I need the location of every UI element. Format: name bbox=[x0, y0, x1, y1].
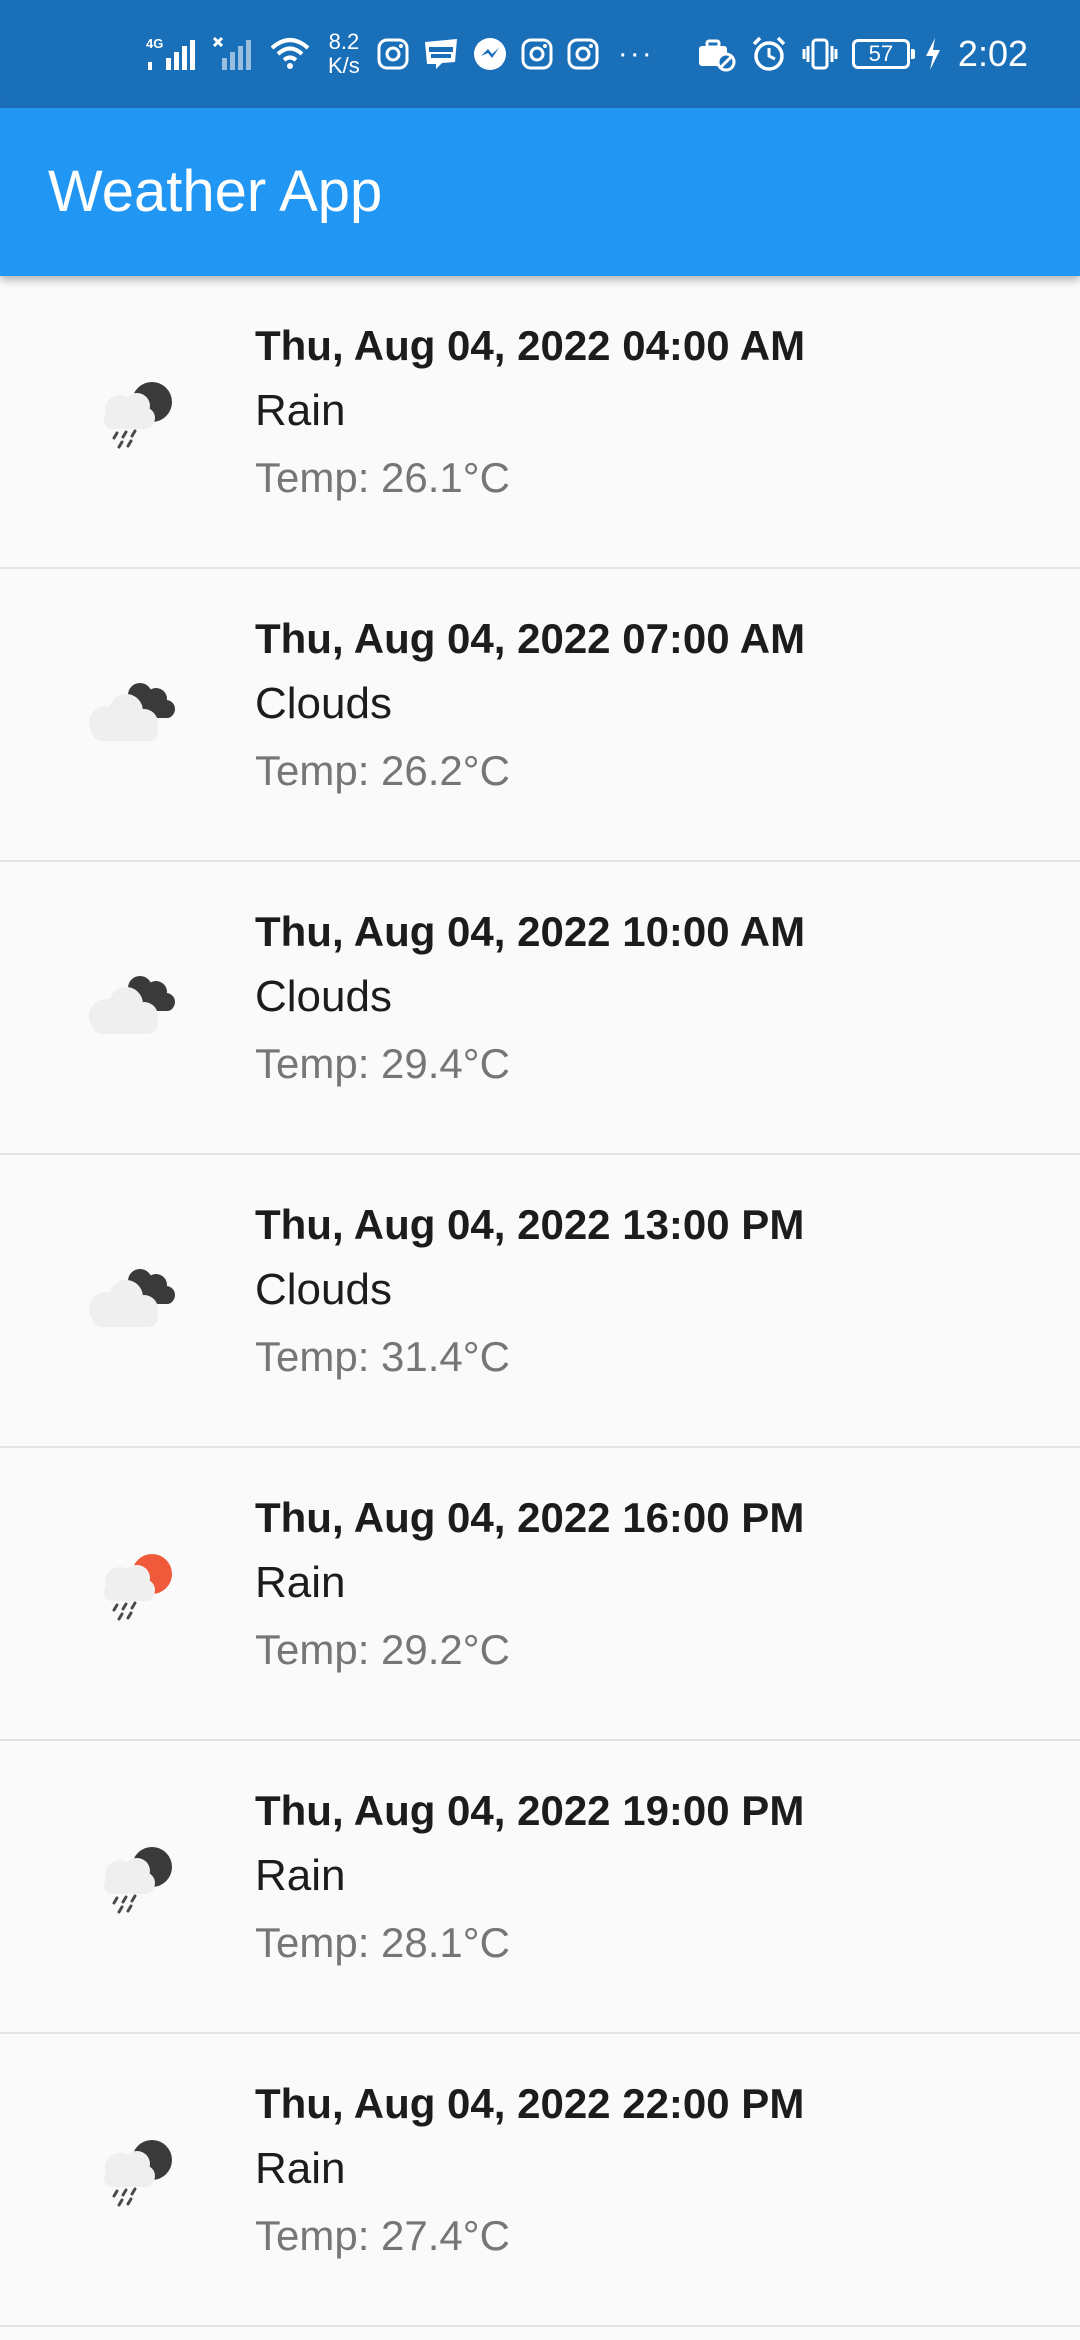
forecast-list-item[interactable]: Thu, Aug 04, 2022 04:00 AM Rain Temp: 26… bbox=[0, 276, 1080, 569]
forecast-list-item[interactable]: Thu, Aug 04, 2022 13:00 PM Clouds Temp: … bbox=[0, 1155, 1080, 1448]
instagram-icon bbox=[520, 37, 554, 71]
no-signal-icon bbox=[212, 34, 256, 74]
app-title: Weather App bbox=[48, 159, 383, 224]
vibrate-icon bbox=[802, 36, 838, 72]
forecast-temperature: Temp: 27.4°C bbox=[255, 2212, 510, 2259]
forecast-temperature: Temp: 26.1°C bbox=[255, 454, 510, 501]
forecast-date: Thu, Aug 04, 2022 07:00 AM bbox=[255, 615, 806, 662]
forecast-condition: Clouds bbox=[255, 679, 392, 728]
status-bar-left: 4G 8.2 K/s ··· bbox=[146, 26, 654, 82]
network-speed-value: 8.2 bbox=[328, 29, 360, 54]
forecast-date: Thu, Aug 04, 2022 22:00 PM bbox=[255, 2080, 805, 2127]
signal-icon: 4G bbox=[146, 34, 200, 74]
forecast-date: Thu, Aug 04, 2022 04:00 AM bbox=[255, 322, 806, 369]
network-speed: 8.2 K/s bbox=[328, 30, 360, 78]
forecast-list-item[interactable]: Thu, Aug 04, 2022 16:00 PM Rain Temp: 29… bbox=[0, 1448, 1080, 1741]
forecast-list[interactable]: Thu, Aug 04, 2022 04:00 AM Rain Temp: 26… bbox=[0, 276, 1080, 2327]
rain-night-icon bbox=[80, 1841, 190, 1921]
rain-night-icon bbox=[80, 376, 190, 456]
forecast-condition: Rain bbox=[255, 1558, 346, 1607]
network-type-label: 4G bbox=[146, 36, 163, 51]
forecast-list-item[interactable]: Thu, Aug 04, 2022 07:00 AM Clouds Temp: … bbox=[0, 569, 1080, 862]
rain-day-icon bbox=[80, 1548, 190, 1628]
alarm-icon bbox=[750, 35, 788, 73]
forecast-temperature: Temp: 29.4°C bbox=[255, 1040, 510, 1087]
clouds-icon bbox=[80, 669, 190, 749]
clouds-icon bbox=[80, 1255, 190, 1335]
status-bar-right: 57 2:02 bbox=[696, 26, 1028, 82]
battery-level: 57 bbox=[868, 41, 894, 66]
instagram-icon bbox=[376, 37, 410, 71]
forecast-condition: Rain bbox=[255, 386, 346, 435]
messenger-icon bbox=[472, 36, 508, 72]
screen: 4G 8.2 K/s ··· 57 2:02 Weather App Thu, … bbox=[0, 0, 1080, 2340]
wifi-icon bbox=[268, 34, 312, 74]
forecast-condition: Rain bbox=[255, 2144, 346, 2193]
forecast-date: Thu, Aug 04, 2022 13:00 PM bbox=[255, 1201, 805, 1248]
rain-night-icon bbox=[80, 2134, 190, 2214]
forecast-condition: Rain bbox=[255, 1851, 346, 1900]
forecast-temperature: Temp: 28.1°C bbox=[255, 1919, 510, 1966]
network-speed-unit: K/s bbox=[328, 53, 360, 78]
battery-icon: 57 bbox=[851, 39, 915, 69]
status-bar: 4G 8.2 K/s ··· 57 2:02 bbox=[0, 0, 1080, 108]
forecast-list-item[interactable]: Thu, Aug 04, 2022 19:00 PM Rain Temp: 28… bbox=[0, 1741, 1080, 2034]
forecast-temperature: Temp: 29.2°C bbox=[255, 1626, 510, 1673]
forecast-temperature: Temp: 26.2°C bbox=[255, 747, 510, 794]
work-profile-icon bbox=[696, 36, 736, 72]
instagram-icon bbox=[566, 37, 600, 71]
forecast-list-item[interactable]: Thu, Aug 04, 2022 10:00 AM Clouds Temp: … bbox=[0, 862, 1080, 1155]
forecast-list-item[interactable]: Thu, Aug 04, 2022 22:00 PM Rain Temp: 27… bbox=[0, 2034, 1080, 2327]
forecast-date: Thu, Aug 04, 2022 10:00 AM bbox=[255, 908, 806, 955]
charging-icon bbox=[924, 37, 942, 71]
forecast-date: Thu, Aug 04, 2022 16:00 PM bbox=[255, 1494, 805, 1541]
more-notifications-indicator: ··· bbox=[617, 37, 654, 70]
forecast-condition: Clouds bbox=[255, 1265, 392, 1314]
clouds-icon bbox=[80, 962, 190, 1042]
forecast-temperature: Temp: 31.4°C bbox=[255, 1333, 510, 1380]
app-bar: Weather App bbox=[0, 108, 1080, 276]
forecast-condition: Clouds bbox=[255, 972, 392, 1021]
status-clock: 2:02 bbox=[957, 33, 1028, 74]
forecast-date: Thu, Aug 04, 2022 19:00 PM bbox=[255, 1787, 805, 1834]
webtoon-icon bbox=[422, 36, 460, 72]
